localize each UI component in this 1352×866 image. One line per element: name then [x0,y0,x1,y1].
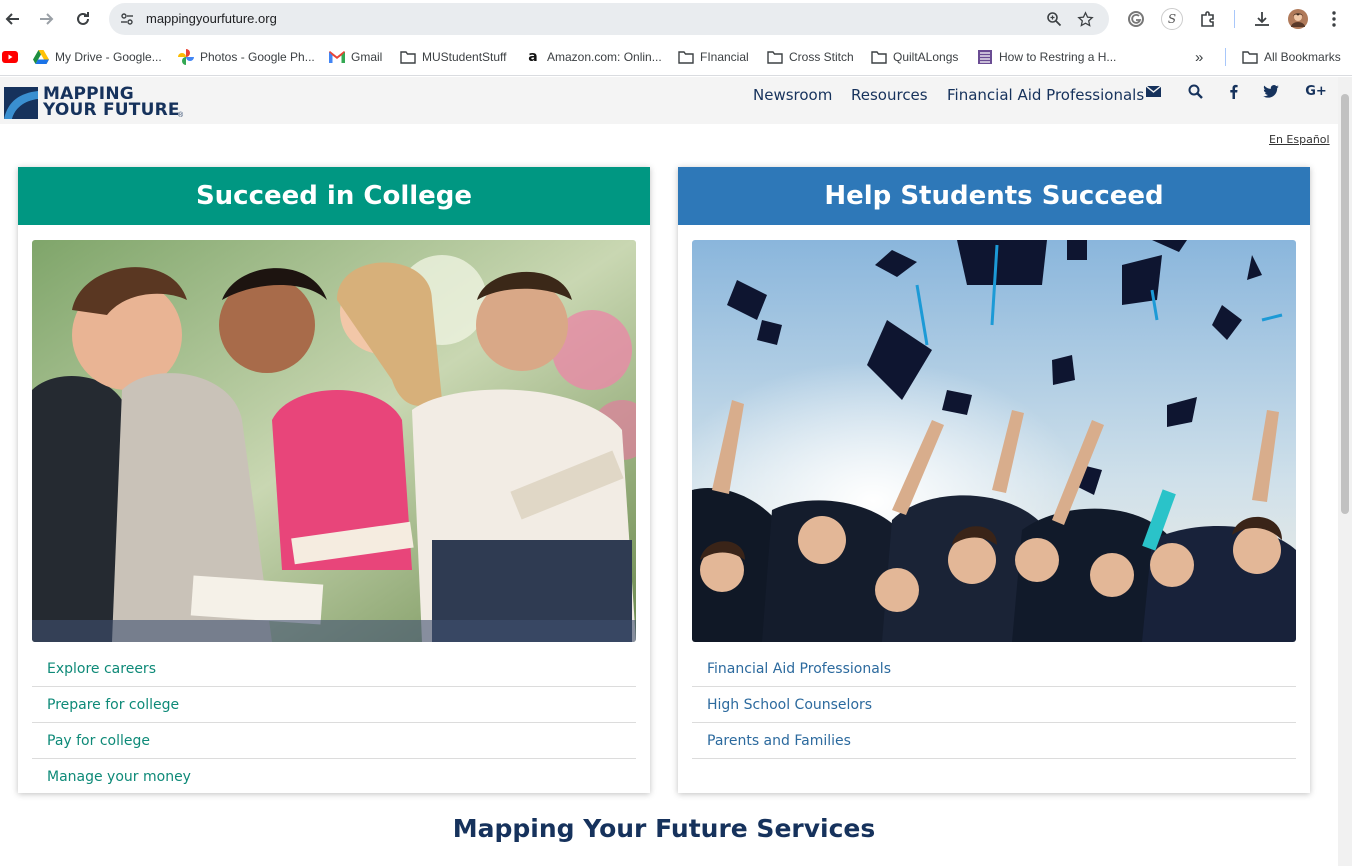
language-link-espanol[interactable]: En Español [1269,133,1330,146]
extensions-puzzle-icon[interactable] [1198,9,1218,29]
twitter-icon[interactable] [1262,82,1280,100]
browser-toolbar: mappingyourfuture.org S [0,0,1352,38]
bookmark-restring[interactable]: How to Restring a H... [977,48,1116,66]
bookmark-amazon[interactable]: a Amazon.com: Onlin... [525,48,662,66]
youtube-icon [2,49,18,65]
nav-financial-aid-professionals[interactable]: Financial Aid Professionals [947,86,1144,104]
envelope-icon[interactable] [1144,82,1162,100]
link-explore-careers[interactable]: Explore careers [32,651,636,687]
site-logo[interactable]: MAPPING YOUR FUTURE ® [4,86,184,120]
bookmark-label: My Drive - Google... [55,50,162,64]
all-bookmarks[interactable]: All Bookmarks [1242,48,1341,66]
bookmark-cross-stitch[interactable]: Cross Stitch [767,48,854,66]
card-help-students-succeed: Help Students Succeed Financial Aid Prof… [678,167,1310,793]
graduates-throwing-caps-image[interactable] [692,240,1296,642]
page-icon [977,49,993,65]
url-text[interactable]: mappingyourfuture.org [146,11,277,26]
bookmark-financial[interactable]: FInancial [678,48,749,66]
bookmark-gmail[interactable]: Gmail [329,48,382,66]
google-photos-icon [178,49,194,65]
card-link-list: Explore careers Prepare for college Pay … [32,651,636,795]
link-financial-aid-professionals[interactable]: Financial Aid Professionals [692,651,1296,687]
bookmark-star-icon[interactable] [1076,10,1094,28]
card-title[interactable]: Succeed in College [18,167,650,225]
zoom-icon[interactable] [1045,10,1063,28]
link-manage-your-money[interactable]: Manage your money [32,759,636,795]
card-link-list: Financial Aid Professionals High School … [692,651,1296,759]
bookmark-label: Cross Stitch [789,50,854,64]
google-plus-icon[interactable]: G+ [1305,82,1327,100]
all-bookmarks-label: All Bookmarks [1264,50,1341,64]
profile-avatar-icon[interactable] [1288,9,1308,29]
download-icon[interactable] [1252,9,1272,29]
menu-kebab-icon[interactable] [1324,9,1344,29]
reload-icon[interactable] [71,7,95,31]
bookmark-my-drive[interactable]: My Drive - Google... [33,48,162,66]
amazon-icon: a [528,49,538,65]
link-prepare-for-college[interactable]: Prepare for college [32,687,636,723]
extension-s-icon[interactable]: S [1161,8,1183,30]
bookmark-label: FInancial [700,50,749,64]
link-parents-and-families[interactable]: Parents and Families [692,723,1296,759]
link-high-school-counselors[interactable]: High School Counselors [692,687,1296,723]
card-succeed-in-college: Succeed in College Explore careers Prepa… [18,167,650,793]
address-bar[interactable]: mappingyourfuture.org [109,3,1109,35]
bookmarks-divider [1225,48,1226,66]
folder-icon [767,49,783,65]
gmail-icon [329,49,345,65]
folder-icon [871,49,887,65]
back-icon[interactable] [0,7,24,31]
link-pay-for-college[interactable]: Pay for college [32,723,636,759]
bookmark-label: QuiltALongs [893,50,959,64]
grammarly-icon[interactable] [1126,9,1146,29]
folder-icon [1242,49,1258,65]
bookmark-mustudentstuff[interactable]: MUStudentStuff [400,48,507,66]
bookmark-quiltalongs[interactable]: QuiltALongs [871,48,958,66]
forward-icon[interactable] [35,7,59,31]
logo-mark-icon [4,87,38,119]
bookmark-label: Gmail [351,50,383,64]
google-drive-icon [33,49,49,65]
card-title[interactable]: Help Students Succeed [678,167,1310,225]
students-studying-image[interactable] [32,240,636,642]
nav-resources[interactable]: Resources [851,86,928,104]
page-scrollbar[interactable] [1338,77,1352,866]
bookmark-label: How to Restring a H... [999,50,1117,64]
bookmark-label: Amazon.com: Onlin... [547,50,662,64]
search-icon[interactable] [1186,82,1204,100]
facebook-icon[interactable] [1224,82,1242,100]
bookmarks-bar: My Drive - Google... Photos - Google Ph.… [0,38,1352,76]
bookmark-label: Photos - Google Ph... [200,50,315,64]
logo-line-2: YOUR FUTURE [43,100,180,120]
services-section-title: Mapping Your Future Services [452,814,876,843]
scrollbar-thumb[interactable] [1341,94,1349,514]
toolbar-divider [1234,10,1235,28]
nav-newsroom[interactable]: Newsroom [753,86,832,104]
logo-registered-mark: ® [178,112,184,119]
site-info-icon[interactable] [117,9,137,29]
folder-icon [400,49,416,65]
more-bookmarks-chevron-icon[interactable]: » [1195,48,1203,66]
site-header: MAPPING YOUR FUTURE ® Newsroom Resources… [0,77,1338,124]
page-viewport: MAPPING YOUR FUTURE ® Newsroom Resources… [0,77,1338,866]
bookmark-label: MUStudentStuff [422,50,507,64]
folder-icon [678,49,694,65]
bookmark-youtube[interactable] [2,48,24,66]
bookmark-photos[interactable]: Photos - Google Ph... [178,48,315,66]
